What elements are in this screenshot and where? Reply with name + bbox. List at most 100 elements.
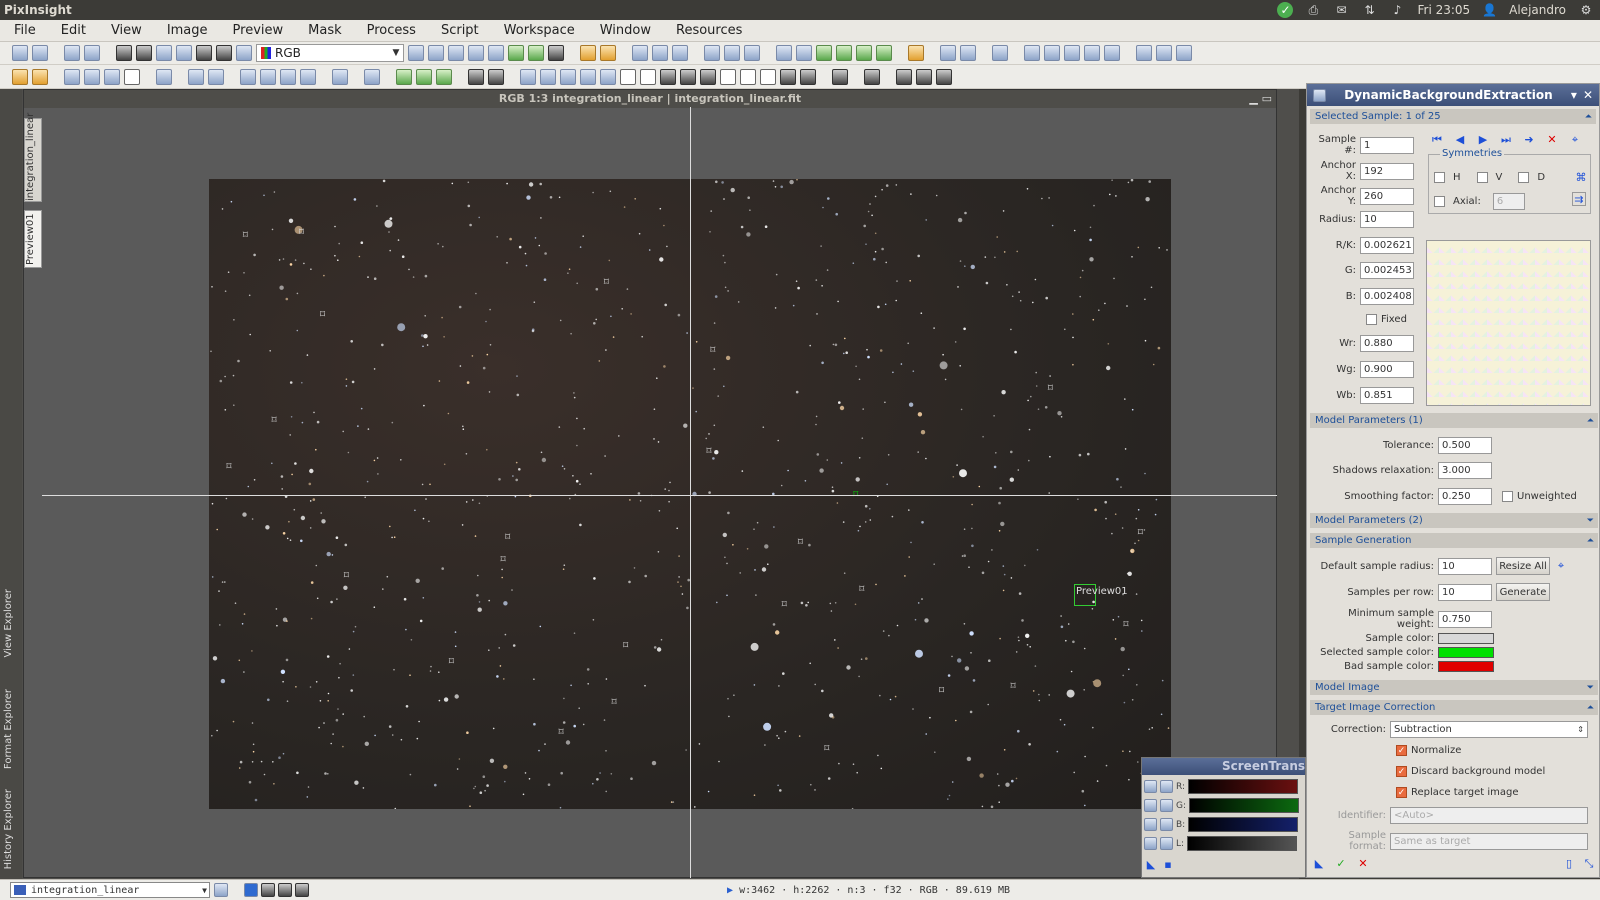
zoom-in-icon[interactable] bbox=[580, 45, 596, 61]
mode-icon[interactable] bbox=[1044, 45, 1060, 61]
display-mode-icon[interactable] bbox=[278, 883, 292, 897]
mode-icon[interactable] bbox=[704, 45, 720, 61]
channel-icon[interactable] bbox=[156, 45, 172, 61]
section-model-params-1[interactable]: Model Parameters (1) ⏶ bbox=[1310, 413, 1598, 428]
stf-icon[interactable] bbox=[1160, 818, 1173, 831]
mode-icon[interactable] bbox=[1176, 45, 1192, 61]
process-icon[interactable] bbox=[32, 68, 48, 85]
process-icon[interactable] bbox=[760, 68, 776, 85]
mode-icon[interactable] bbox=[876, 45, 892, 61]
expand-icon[interactable]: ⏷ bbox=[1587, 683, 1594, 693]
mode-icon[interactable] bbox=[1084, 45, 1100, 61]
stf-icon[interactable] bbox=[1160, 837, 1173, 850]
process-icon[interactable] bbox=[560, 68, 576, 85]
mode-icon[interactable] bbox=[776, 45, 792, 61]
collapse-icon[interactable]: ⏶ bbox=[1585, 112, 1592, 122]
process-icon[interactable] bbox=[64, 68, 80, 85]
documentation-icon[interactable]: ▯ bbox=[1562, 857, 1576, 871]
stf-auto-icon[interactable] bbox=[1144, 780, 1157, 793]
wg-field[interactable]: 0.900 bbox=[1360, 361, 1414, 378]
mode-icon[interactable] bbox=[1024, 45, 1040, 61]
mode-icon[interactable] bbox=[960, 45, 976, 61]
menu-process[interactable]: Process bbox=[353, 23, 427, 38]
axial-checkbox[interactable] bbox=[1434, 196, 1445, 207]
new-instance-icon[interactable]: ◣ bbox=[1312, 857, 1326, 871]
discard-checkbox[interactable]: ✓ bbox=[1396, 766, 1407, 777]
screen-transfer-panel[interactable]: ScreenTransfe R: G: B: L: ◣ ▪ bbox=[1141, 757, 1306, 878]
locate-sample-icon[interactable]: ⌖ bbox=[1568, 133, 1582, 147]
process-icon[interactable] bbox=[468, 68, 484, 85]
resize-icon[interactable]: ⌖ bbox=[1554, 559, 1568, 573]
view-explorer-tab[interactable]: View Explorer bbox=[3, 589, 14, 658]
process-icon[interactable] bbox=[896, 68, 912, 85]
collapse-icon[interactable]: ⏶ bbox=[1587, 536, 1594, 546]
stf-r-bar[interactable] bbox=[1188, 779, 1299, 794]
radius-field[interactable]: 10 bbox=[1360, 211, 1414, 228]
unweighted-checkbox[interactable] bbox=[1502, 491, 1513, 502]
display-mode-icon[interactable] bbox=[261, 883, 275, 897]
menu-window[interactable]: Window bbox=[586, 23, 662, 38]
sym-h-checkbox[interactable] bbox=[1434, 172, 1445, 183]
tolerance-field[interactable]: 0.500 bbox=[1438, 437, 1492, 454]
wr-field[interactable]: 0.880 bbox=[1360, 335, 1414, 352]
symmetry-icon[interactable]: ⇉ bbox=[1572, 192, 1586, 206]
close-icon[interactable]: ✕ bbox=[1583, 88, 1593, 102]
process-icon[interactable] bbox=[188, 68, 204, 85]
mode-icon[interactable] bbox=[1104, 45, 1120, 61]
mode-icon[interactable] bbox=[836, 45, 852, 61]
section-model-image[interactable]: Model Image ⏷ bbox=[1310, 680, 1598, 695]
process-icon[interactable] bbox=[300, 68, 316, 85]
process-icon[interactable] bbox=[124, 68, 140, 85]
fixed-checkbox[interactable] bbox=[1366, 314, 1377, 325]
process-icon[interactable] bbox=[396, 68, 412, 85]
sym-v-checkbox[interactable] bbox=[1476, 172, 1488, 183]
mode-icon[interactable] bbox=[1064, 45, 1080, 61]
play-icon[interactable]: ▶ bbox=[727, 885, 733, 896]
menu-edit[interactable]: Edit bbox=[47, 23, 97, 38]
display-mode-icon[interactable] bbox=[244, 883, 258, 897]
window-controls[interactable]: ▁ ▭ bbox=[1249, 90, 1272, 108]
section-selected-sample[interactable]: Selected Sample: 1 of 25 ⏶ bbox=[1310, 109, 1596, 124]
mode-icon[interactable] bbox=[744, 45, 760, 61]
zoom-icon[interactable] bbox=[632, 45, 648, 61]
channel-icon[interactable] bbox=[216, 45, 232, 61]
channel-icon[interactable] bbox=[116, 45, 132, 61]
process-icon[interactable] bbox=[520, 68, 536, 85]
update-ok-icon[interactable]: ✓ bbox=[1277, 2, 1294, 18]
selected-color-swatch[interactable] bbox=[1438, 647, 1494, 658]
volume-icon[interactable]: ♪ bbox=[1389, 3, 1405, 17]
correction-select[interactable]: Subtraction ⇕ bbox=[1390, 721, 1588, 738]
stf-link-icon[interactable] bbox=[1160, 780, 1173, 793]
process-icon[interactable] bbox=[720, 68, 736, 85]
stf-title-bar[interactable]: ScreenTransfe bbox=[1142, 758, 1305, 775]
process-icon[interactable] bbox=[240, 68, 256, 85]
new-instance-icon[interactable]: ◣ bbox=[1144, 858, 1158, 872]
process-icon[interactable] bbox=[936, 68, 952, 85]
g-field[interactable]: 0.002453 bbox=[1360, 262, 1414, 279]
b-field[interactable]: 0.002408 bbox=[1360, 288, 1414, 305]
menu-view[interactable]: View bbox=[97, 23, 153, 38]
generate-button[interactable]: Generate bbox=[1496, 583, 1550, 601]
expand-icon[interactable]: ⏷ bbox=[1587, 516, 1594, 526]
section-target-correction[interactable]: Target Image Correction ⏶ bbox=[1310, 700, 1598, 715]
sample-color-swatch[interactable] bbox=[1438, 633, 1494, 644]
display-mode-icon[interactable] bbox=[295, 883, 309, 897]
delete-sample-icon[interactable]: ✕ bbox=[1545, 133, 1559, 147]
identifier-field[interactable]: <Auto> bbox=[1390, 807, 1588, 824]
collapse-icon[interactable]: ⏶ bbox=[1587, 416, 1594, 426]
process-icon[interactable] bbox=[540, 68, 556, 85]
stf-icon[interactable] bbox=[1144, 818, 1157, 831]
mode-icon[interactable] bbox=[856, 45, 872, 61]
mode-icon[interactable] bbox=[940, 45, 956, 61]
process-icon[interactable] bbox=[416, 68, 432, 85]
process-icon[interactable] bbox=[156, 68, 172, 85]
channel-icon[interactable] bbox=[136, 45, 152, 61]
last-sample-icon[interactable]: ⏭ bbox=[1499, 133, 1513, 147]
dbe-title-bar[interactable]: DynamicBackgroundExtraction ▾ ✕ bbox=[1307, 84, 1599, 106]
view-mode-icon[interactable] bbox=[214, 883, 228, 897]
cancel-icon[interactable]: ✕ bbox=[1356, 857, 1370, 871]
smoothing-field[interactable]: 0.250 bbox=[1438, 488, 1492, 505]
printer-icon[interactable]: ⎙ bbox=[1305, 3, 1321, 17]
zoom-fit-icon[interactable] bbox=[488, 45, 504, 61]
rk-field[interactable]: 0.002621 bbox=[1360, 237, 1414, 254]
